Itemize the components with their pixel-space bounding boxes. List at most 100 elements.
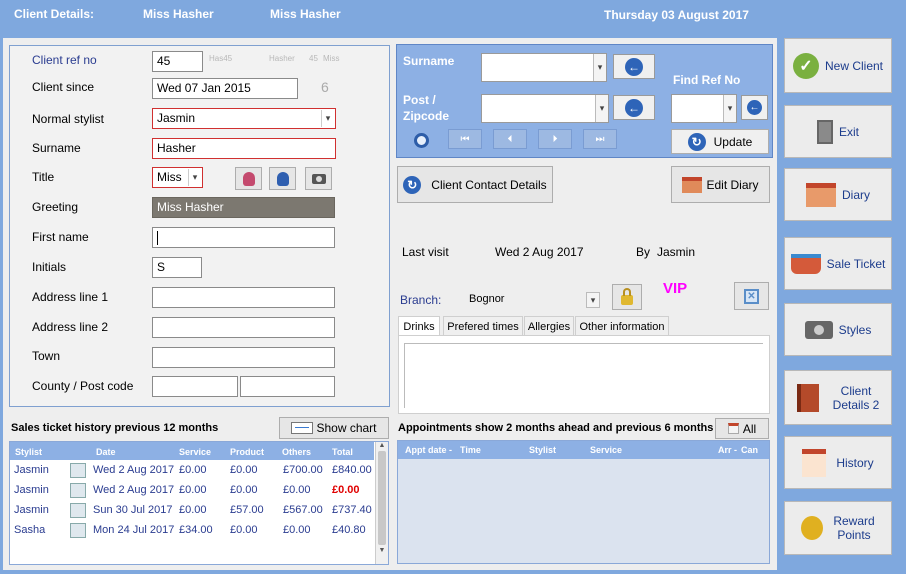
first-record-button[interactable]: ⏮ bbox=[448, 129, 482, 149]
client-contact-details-button[interactable]: ↻ Client Contact Details bbox=[397, 166, 553, 203]
camera-icon bbox=[804, 320, 833, 339]
refresh-icon: ↻ bbox=[403, 175, 422, 194]
row-product: £0.00 bbox=[230, 524, 258, 536]
update-button[interactable]: ↻ Update bbox=[671, 129, 769, 154]
previous-record-button[interactable]: ⏴ bbox=[493, 129, 527, 149]
tab-other-information[interactable]: Other information bbox=[575, 316, 669, 336]
scroll-thumb[interactable] bbox=[378, 451, 386, 545]
edit-diary-button[interactable]: Edit Diary bbox=[671, 166, 770, 203]
first-name-input[interactable] bbox=[152, 227, 335, 248]
scroll-down-icon[interactable]: ▼ bbox=[376, 547, 388, 554]
chevron-down-icon[interactable]: ▾ bbox=[321, 110, 334, 127]
county-input[interactable] bbox=[152, 376, 238, 397]
ghost-text-1: Has45 bbox=[209, 54, 233, 63]
chevron-down-icon[interactable]: ▾ bbox=[188, 169, 201, 186]
door-icon bbox=[816, 119, 833, 144]
client-ref-input[interactable]: 45 bbox=[152, 51, 203, 72]
male-icon bbox=[276, 171, 289, 186]
last-record-button[interactable]: ⏭ bbox=[583, 129, 617, 149]
sales-col-product: Product bbox=[230, 447, 265, 457]
tab-allergies[interactable]: Allergies bbox=[524, 316, 574, 336]
branch-label: Branch: bbox=[400, 293, 442, 307]
client-details-2-button[interactable]: Client Details 2 bbox=[784, 370, 892, 425]
postcode-input[interactable] bbox=[240, 376, 335, 397]
chevron-down-icon[interactable]: ▾ bbox=[723, 95, 736, 122]
camera-icon bbox=[311, 173, 326, 184]
tab-prefered-times[interactable]: Prefered times bbox=[443, 316, 523, 336]
find-ref-label: Find Ref No bbox=[673, 73, 741, 87]
normal-stylist-select[interactable]: Jasmin bbox=[152, 108, 336, 129]
client-details-2-label-2: Details 2 bbox=[832, 397, 880, 412]
lock-icon bbox=[621, 287, 633, 305]
drinks-textarea[interactable] bbox=[404, 343, 763, 408]
ticket-icon[interactable] bbox=[70, 503, 86, 518]
greeting-field: Miss Hasher bbox=[152, 197, 335, 218]
reward-points-label-1: Reward bbox=[833, 514, 875, 528]
tab-drinks[interactable]: Drinks bbox=[398, 316, 440, 336]
chevron-down-icon[interactable]: ▾ bbox=[593, 54, 606, 81]
exit-label: Exit bbox=[838, 124, 859, 139]
row-service: £34.00 bbox=[179, 524, 213, 536]
female-icon bbox=[242, 171, 255, 186]
find-ref-combo[interactable]: ▾ bbox=[671, 94, 737, 123]
show-chart-button[interactable]: Show chart bbox=[279, 417, 389, 439]
chevron-down-icon[interactable]: ▾ bbox=[595, 95, 608, 122]
close-icon: ✕ bbox=[744, 288, 759, 304]
client-ref-label: Client ref no bbox=[32, 53, 97, 67]
male-avatar-button[interactable] bbox=[269, 167, 296, 190]
table-row[interactable]: Sasha Mon 24 Jul 2017 £34.00 £0.00 £0.00… bbox=[10, 521, 374, 541]
search-postcode-combo[interactable]: ▾ bbox=[481, 94, 609, 123]
all-appointments-button[interactable]: All bbox=[715, 418, 769, 439]
client-since-input[interactable]: Wed 07 Jan 2015 bbox=[152, 78, 298, 99]
table-row[interactable]: Jasmin Wed 2 Aug 2017 £0.00 £0.00 £700.0… bbox=[10, 461, 374, 481]
lock-button[interactable] bbox=[612, 284, 642, 310]
search-post-label-1: Post / bbox=[403, 93, 436, 107]
search-surname-combo[interactable]: ▾ bbox=[481, 53, 607, 82]
exit-button[interactable]: Exit bbox=[784, 105, 892, 158]
close-button[interactable]: ✕ bbox=[734, 282, 769, 310]
client-details-2-label-1: Client bbox=[840, 383, 872, 398]
diary-button[interactable]: Diary bbox=[784, 168, 892, 221]
appt-col-time: Time bbox=[460, 445, 481, 455]
sale-ticket-button[interactable]: Sale Ticket bbox=[784, 237, 892, 290]
initials-input[interactable]: S bbox=[152, 257, 202, 278]
find-ref-go-button[interactable]: ← bbox=[741, 95, 768, 120]
scroll-up-icon[interactable]: ▲ bbox=[376, 442, 388, 449]
last-visit-label: Last visit bbox=[402, 245, 449, 259]
ticket-icon[interactable] bbox=[70, 483, 86, 498]
address2-input[interactable] bbox=[152, 317, 335, 338]
table-row[interactable]: Jasmin Sun 30 Jul 2017 £0.00 £57.00 £567… bbox=[10, 501, 374, 521]
reward-points-label-2: Points bbox=[837, 528, 871, 542]
female-avatar-button[interactable] bbox=[235, 167, 262, 190]
history-label: History bbox=[836, 455, 874, 470]
branch-value: Bognor bbox=[469, 293, 505, 305]
sales-scrollbar[interactable]: ▲ ▼ bbox=[375, 442, 388, 564]
appt-col-date: Appt date - bbox=[405, 445, 452, 455]
reward-points-button[interactable]: Reward Points bbox=[784, 501, 892, 555]
client-since-count: 6 bbox=[321, 79, 329, 95]
visit-by-value: Jasmin bbox=[657, 245, 696, 259]
history-calendar-icon bbox=[802, 448, 827, 477]
camera-button[interactable] bbox=[305, 167, 332, 190]
sale-ticket-label: Sale Ticket bbox=[826, 256, 886, 271]
search-magnifier-button[interactable] bbox=[405, 127, 437, 153]
ticket-icon[interactable] bbox=[70, 523, 86, 538]
header-client-name: Miss Hasher bbox=[143, 7, 214, 21]
greeting-label: Greeting bbox=[32, 200, 79, 214]
history-button[interactable]: History bbox=[784, 436, 892, 489]
new-client-button[interactable]: ✓ New Client bbox=[784, 38, 892, 93]
table-row[interactable]: Jasmin Wed 2 Aug 2017 £0.00 £0.00 £0.00 … bbox=[10, 481, 374, 501]
town-label: Town bbox=[32, 349, 61, 363]
search-postcode-go-button[interactable]: ← bbox=[613, 95, 655, 120]
surname-input[interactable]: Hasher bbox=[152, 138, 336, 159]
appt-col-service: Service bbox=[590, 445, 623, 455]
styles-button[interactable]: Styles bbox=[784, 303, 892, 356]
town-input[interactable] bbox=[152, 347, 335, 368]
next-record-button[interactable]: ⏵ bbox=[538, 129, 572, 149]
search-surname-go-button[interactable]: ← bbox=[613, 54, 655, 79]
diary-label: Diary bbox=[841, 187, 870, 202]
county-label: County / Post code bbox=[32, 379, 134, 393]
address1-input[interactable] bbox=[152, 287, 335, 308]
chevron-down-icon[interactable]: ▾ bbox=[586, 292, 600, 308]
ticket-icon[interactable] bbox=[70, 463, 86, 478]
